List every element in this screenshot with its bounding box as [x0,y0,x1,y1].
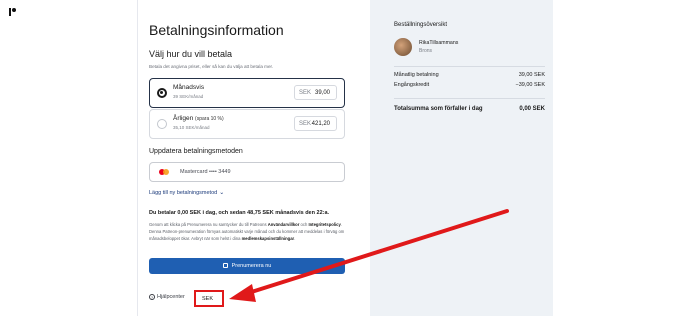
annotation-arrow-head [229,284,256,302]
annotation-arrow-line [240,209,509,297]
annotation-arrow [229,209,509,302]
